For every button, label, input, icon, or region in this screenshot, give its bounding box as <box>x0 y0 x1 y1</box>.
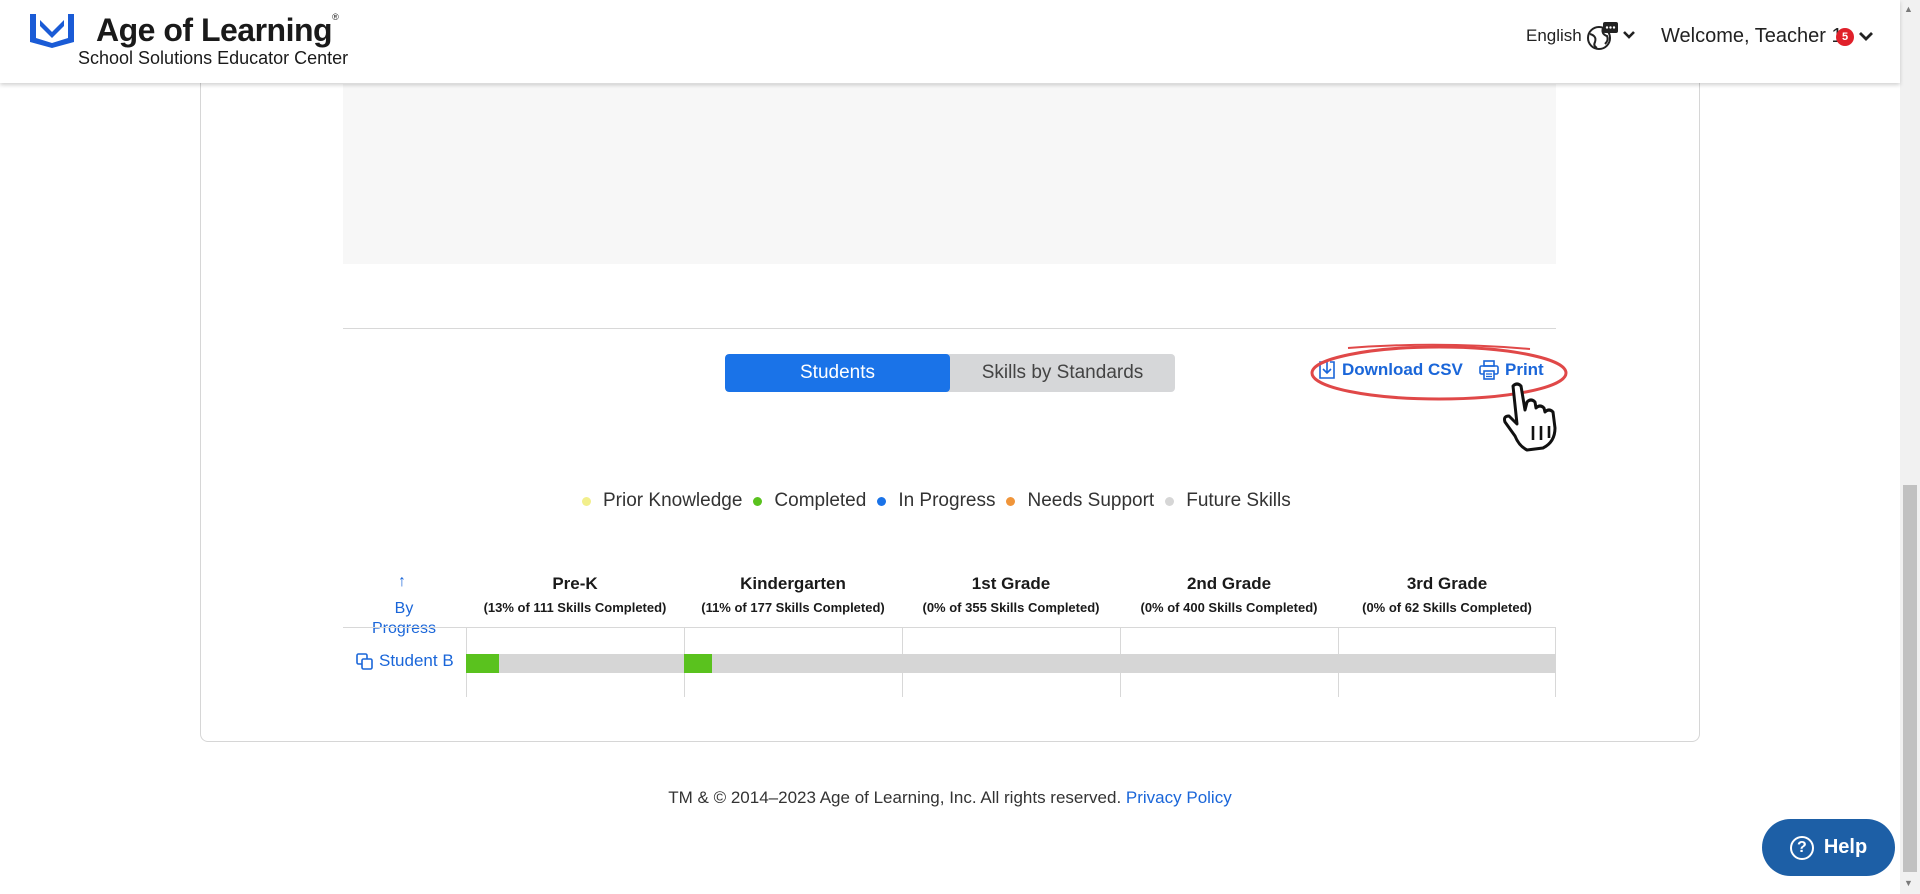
section-divider <box>343 328 1556 329</box>
help-label: Help <box>1823 836 1868 858</box>
grade-name: Pre-K <box>552 574 598 593</box>
language-selector-label[interactable]: English <box>1526 26 1582 46</box>
grade-header-2nd-grade: 2nd Grade (0% of 400 Skills Completed) <box>1120 574 1338 615</box>
grade-name: 3rd Grade <box>1406 574 1488 593</box>
grade-header-kindergarten: Kindergarten (11% of 177 Skills Complete… <box>684 574 902 615</box>
table-header-rule <box>343 627 466 628</box>
student-progress-track <box>466 654 1556 673</box>
site-header: Age of Learning® School Solutions Educat… <box>0 0 1900 83</box>
grade-header-pre-k: Pre-K (13% of 111 Skills Completed) <box>466 574 684 615</box>
brand-name-text: Age of Learning <box>96 12 333 48</box>
grade-summary: (11% of 177 Skills Completed) <box>701 600 885 615</box>
legend-label: Completed <box>774 490 867 511</box>
student-row-link[interactable]: Student B <box>356 651 454 671</box>
help-button[interactable]: ? Help <box>1762 819 1895 876</box>
table-grid-line <box>466 627 1556 628</box>
grade-name: 1st Grade <box>971 574 1051 593</box>
scrollbar-thumb[interactable] <box>1903 485 1917 872</box>
legend-dot <box>1165 496 1175 506</box>
copyright-text: TM & © 2014–2023 Age of Learning, Inc. A… <box>668 788 1122 807</box>
legend-item-future-skills: Future Skills <box>1165 490 1291 512</box>
legend-label: Needs Support <box>1027 490 1155 511</box>
grade-summary: (0% of 62 Skills Completed) <box>1362 600 1532 615</box>
sort-by-progress-button[interactable]: By Progress <box>362 599 446 639</box>
grade-summary: (0% of 355 Skills Completed) <box>922 600 1100 615</box>
scroll-down-arrow-icon[interactable]: ▼ <box>1904 878 1913 888</box>
student-name: Student B <box>379 651 454 670</box>
open-window-icon <box>356 652 373 670</box>
legend-label: In Progress <box>898 490 996 511</box>
sort-arrow-icon[interactable]: ↑ <box>398 573 406 591</box>
skill-status-legend: Prior Knowledge Completed In Progress Ne… <box>582 490 1302 512</box>
language-globe-icon[interactable] <box>1585 20 1619 52</box>
user-menu-welcome[interactable]: Welcome, Teacher 1 <box>1661 25 1843 48</box>
legend-label: Prior Knowledge <box>603 490 743 511</box>
grade-summary: (0% of 400 Skills Completed) <box>1140 600 1318 615</box>
legend-item-in-progress: In Progress <box>877 490 995 512</box>
brand-registered-mark: ® <box>332 12 339 22</box>
page-footer: TM & © 2014–2023 Age of Learning, Inc. A… <box>0 788 1900 808</box>
legend-dot <box>1006 496 1016 506</box>
legend-item-completed: Completed <box>753 490 866 512</box>
view-toggle: Students Skills by Standards <box>725 354 1175 392</box>
logo-book-icon[interactable] <box>26 12 78 50</box>
legend-dot <box>582 496 591 506</box>
chevron-down-icon[interactable] <box>1622 29 1636 41</box>
report-chart-panel <box>343 84 1556 264</box>
grade-name: 2nd Grade <box>1186 574 1272 593</box>
tab-skills-by-standards[interactable]: Skills by Standards <box>950 354 1175 392</box>
brand-name[interactable]: Age of Learning® <box>96 12 339 49</box>
chevron-down-icon[interactable] <box>1858 30 1874 42</box>
brand-subtitle: School Solutions Educator Center <box>78 48 349 68</box>
notification-badge[interactable]: 5 <box>1836 28 1854 46</box>
legend-item-needs-support: Needs Support <box>1006 490 1154 512</box>
grade-name: Kindergarten <box>740 574 846 593</box>
legend-dot <box>753 496 763 506</box>
grade-summary: (13% of 111 Skills Completed) <box>483 600 667 615</box>
privacy-policy-link[interactable]: Privacy Policy <box>1126 788 1232 807</box>
grade-header-3rd-grade: 3rd Grade (0% of 62 Skills Completed) <box>1338 574 1556 615</box>
hand-pointer-cursor-icon <box>1503 382 1557 452</box>
legend-item-prior-knowledge: Prior Knowledge <box>582 490 742 512</box>
legend-label: Future Skills <box>1186 490 1291 511</box>
grade-header-1st-grade: 1st Grade (0% of 355 Skills Completed) <box>902 574 1120 615</box>
legend-dot <box>877 496 887 506</box>
completed-progress-fill <box>684 654 712 673</box>
tab-students[interactable]: Students <box>725 354 950 392</box>
question-icon: ? <box>1789 835 1814 860</box>
scroll-up-arrow-icon[interactable]: ▲ <box>1904 4 1913 14</box>
completed-progress-fill <box>466 654 499 673</box>
